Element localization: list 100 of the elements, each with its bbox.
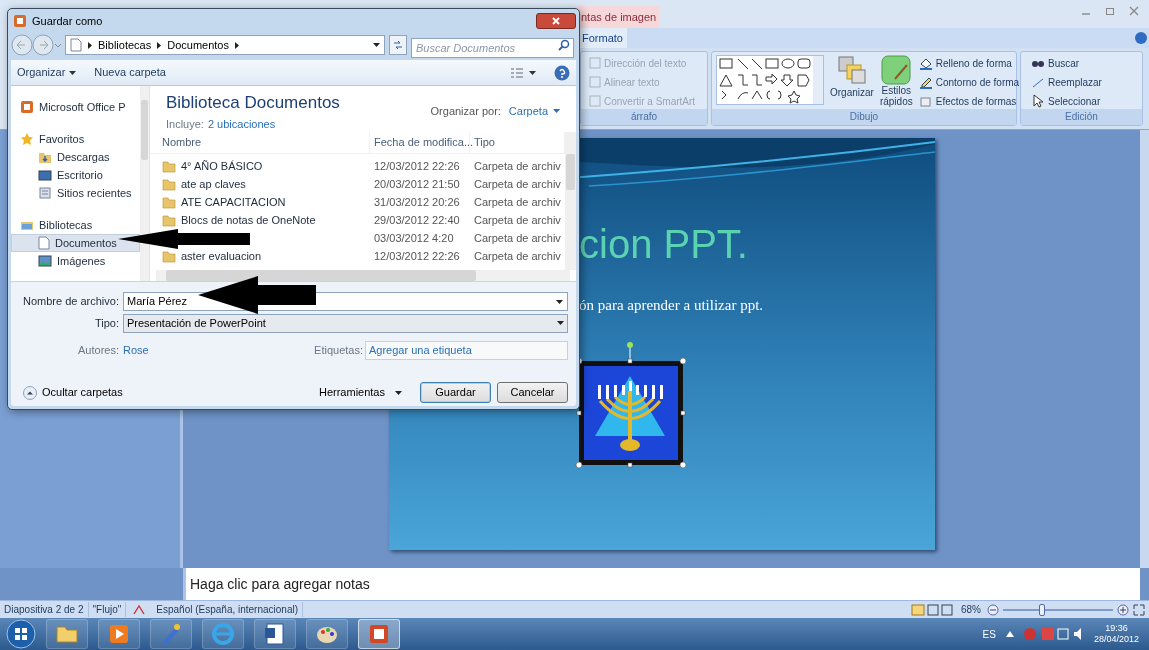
language-indicator[interactable]: ES — [982, 626, 996, 642]
close-icon[interactable] — [1129, 6, 1139, 16]
spellcheck-icon[interactable] — [132, 603, 147, 616]
caret-icon[interactable] — [557, 321, 564, 325]
nav-item[interactable]: Documentos — [11, 234, 140, 252]
arrange-dropdown[interactable]: Carpeta — [508, 102, 548, 120]
column-header[interactable]: Nombre — [150, 132, 370, 153]
outline-icon — [918, 75, 933, 89]
column-header[interactable]: Fecha de modifica... — [370, 132, 470, 153]
dialog-button[interactable]: Cancelar — [497, 382, 568, 403]
start-button[interactable] — [6, 619, 36, 649]
scroll-thumb[interactable] — [166, 270, 476, 281]
address-bar[interactable]: Bibliotecas Documentos — [65, 35, 385, 55]
field-label: Nombre de archivo: — [22, 293, 119, 309]
caret-icon[interactable] — [529, 70, 536, 75]
taskbar-button[interactable] — [358, 619, 400, 649]
date-cell-text: 12/03/2012 22:26 — [373, 158, 461, 174]
star-icon — [20, 132, 34, 146]
file-name[interactable]: aster evaluacion — [181, 247, 262, 265]
taskbar-button[interactable] — [306, 619, 348, 649]
ribbon-command[interactable]: Contorno de forma — [935, 74, 1020, 90]
tags-field[interactable]: Agregar una etiqueta — [365, 340, 568, 360]
scrollbar[interactable] — [1140, 130, 1149, 568]
file-name[interactable]: 4° AÑO BÁSICO — [181, 157, 263, 175]
nav-item[interactable]: Microsoft Office P — [11, 98, 140, 116]
slide-subtitle: ón para aprender a utilizar ppt. — [579, 296, 765, 315]
download-folder-icon — [38, 150, 52, 164]
scrollbar[interactable] — [156, 270, 570, 281]
quick-styles-icon — [881, 55, 912, 85]
scroll-thumb[interactable] — [141, 100, 148, 160]
nav-item[interactable]: Imágenes — [11, 252, 140, 270]
scrollbar[interactable] — [140, 86, 149, 281]
restore-icon[interactable] — [1105, 6, 1115, 16]
search-icon[interactable] — [558, 39, 570, 51]
ribbon-button[interactable]: Estilos — [881, 85, 912, 96]
ribbon-command[interactable]: Reemplazar — [1048, 74, 1102, 90]
collapse-icon[interactable] — [23, 385, 37, 400]
arrange-label: Organizar por: — [430, 103, 501, 119]
caret-icon[interactable] — [373, 43, 380, 47]
chevron-icon[interactable] — [157, 41, 162, 49]
contextual-tab[interactable]: ntas de imagen — [578, 6, 660, 28]
group-label: árrafo — [581, 109, 707, 125]
tray-expand-icon[interactable] — [1005, 631, 1014, 637]
breadcrumb-item[interactable]: Documentos — [167, 36, 229, 54]
fit-window-icon[interactable] — [1133, 603, 1145, 616]
taskbar-button[interactable] — [98, 619, 140, 649]
help-icon[interactable] — [1135, 32, 1147, 44]
caret-icon[interactable] — [395, 390, 402, 395]
recent-places-icon — [38, 186, 52, 200]
search-field[interactable]: Buscar Documentos — [411, 38, 574, 58]
ribbon-tab[interactable]: Formato — [578, 28, 627, 48]
zoom-in-icon[interactable] — [1117, 603, 1129, 616]
dialog-button[interactable]: Guardar — [420, 382, 491, 403]
clock-date[interactable]: 28/04/2012 — [1093, 634, 1139, 645]
toolbar-button[interactable]: Organizar — [17, 64, 66, 81]
file-name[interactable]: ate ap claves — [181, 175, 246, 193]
notes-field[interactable]: Haga clic para agregar notas — [183, 568, 1140, 600]
slider-thumb[interactable] — [1039, 603, 1046, 616]
locations-link[interactable]: 2 ubicaciones — [207, 115, 276, 132]
ribbon-button[interactable]: Organizar — [830, 85, 874, 100]
date-cell-text: 03/03/2012 4:20 — [373, 230, 455, 246]
nav-item[interactable]: Descargas — [11, 148, 140, 166]
close-button[interactable] — [536, 13, 576, 29]
ribbon-command[interactable]: Buscar — [1048, 55, 1080, 71]
date-cell-text: 29/03/2012 22:40 — [373, 212, 461, 228]
zoom-out-icon[interactable] — [987, 603, 999, 616]
chevron-icon[interactable] — [234, 41, 239, 49]
caret-icon[interactable] — [69, 70, 77, 75]
shapes-gallery[interactable] — [716, 55, 824, 105]
hide-folders-button[interactable]: Ocultar carpetas — [42, 384, 123, 401]
toolbar-button[interactable]: Nueva carpeta — [94, 64, 166, 81]
nav-item[interactable]: Bibliotecas — [11, 216, 140, 234]
refresh-icon[interactable] — [389, 35, 407, 55]
file-type-dropdown[interactable]: Presentación de PowerPoint — [123, 313, 568, 333]
nav-item[interactable]: Favoritos — [11, 130, 140, 148]
view-buttons-icon[interactable] — [911, 603, 955, 616]
nav-item[interactable]: Escritorio — [11, 166, 140, 184]
app-icon — [20, 100, 34, 114]
author-link[interactable]: Rose — [123, 341, 283, 359]
tools-menu[interactable]: Herramientas — [318, 384, 385, 401]
help-icon[interactable] — [554, 64, 570, 81]
taskbar-button[interactable] — [46, 619, 88, 649]
clipart-drawing[interactable] — [575, 340, 687, 471]
scrollbar[interactable] — [565, 132, 576, 270]
date-cell-text: 31/03/2012 20:26 — [373, 194, 461, 210]
chevron-icon[interactable] — [88, 41, 92, 49]
ribbon-command[interactable]: Seleccionar — [1048, 93, 1101, 109]
scroll-thumb[interactable] — [566, 154, 575, 190]
clock-time[interactable]: 19:36 — [1105, 623, 1128, 634]
file-name[interactable]: ATE CAPACITACION — [181, 193, 286, 211]
nav-item[interactable]: Sitios recientes — [11, 184, 140, 202]
tray-icons-icon[interactable] — [1023, 627, 1084, 641]
caret-icon[interactable] — [556, 299, 563, 304]
breadcrumb-item[interactable]: Bibliotecas — [98, 36, 152, 54]
ribbon-button[interactable]: rápidos — [879, 96, 913, 107]
ribbon-command[interactable]: Efectos de formas — [935, 93, 1017, 109]
file-name[interactable]: Blocs de notas de OneNote — [181, 211, 316, 229]
ribbon-command[interactable]: Relleno de forma — [935, 55, 1012, 71]
desktop-icon — [38, 168, 52, 182]
taskbar-button[interactable] — [254, 619, 296, 649]
